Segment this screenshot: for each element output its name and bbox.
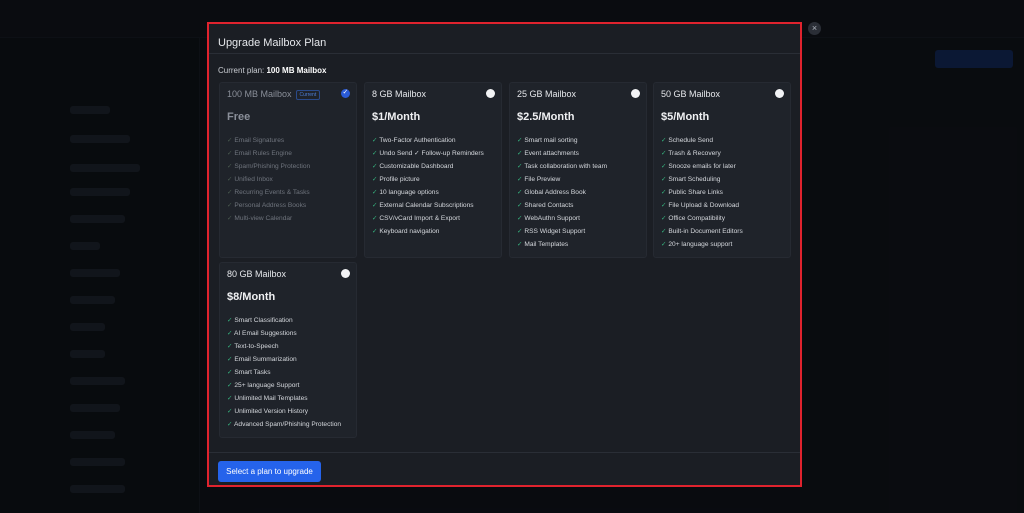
plan-name: 8 GB Mailbox bbox=[372, 89, 426, 99]
feature-item: RSS Widget Support bbox=[517, 227, 607, 240]
feature-item: Unlimited Mail Templates bbox=[227, 394, 341, 407]
feature-item: Two-Factor Authentication bbox=[372, 136, 484, 149]
upgrade-modal: Upgrade Mailbox Plan Current plan: 100 M… bbox=[207, 22, 802, 487]
current-plan-value: 100 MB Mailbox bbox=[266, 66, 327, 75]
plan-card-1[interactable]: 8 GB Mailbox $1/Month Two-Factor Authentic… bbox=[364, 82, 502, 258]
feature-item: Recurring Events & Tasks bbox=[227, 188, 310, 201]
plan-name-text: 50 GB Mailbox bbox=[661, 89, 721, 99]
plan-price: $8/Month bbox=[227, 291, 276, 303]
modal-title: Upgrade Mailbox Plan bbox=[218, 37, 327, 49]
plan-card-2[interactable]: 25 GB Mailbox $2.5/Month Smart mail sortin… bbox=[509, 82, 647, 258]
plan-name: 25 GB Mailbox bbox=[517, 89, 576, 99]
feature-item: File Preview bbox=[517, 175, 607, 188]
feature-item: Event attachments bbox=[517, 149, 607, 162]
feature-item: Advanced Spam/Phishing Protection bbox=[227, 420, 341, 433]
feature-item: Email Signatures bbox=[227, 136, 310, 149]
feature-item: Smart mail sorting bbox=[517, 136, 607, 149]
feature-item: CSV/vCard Import & Export bbox=[372, 214, 484, 227]
feature-item: Spam/Phishing Protection bbox=[227, 162, 310, 175]
feature-item: Shared Contacts bbox=[517, 201, 607, 214]
feature-item: AI Email Suggestions bbox=[227, 329, 341, 342]
feature-item: Public Share Links bbox=[661, 188, 743, 201]
feature-item: File Upload & Download bbox=[661, 201, 743, 214]
feature-item: 10 language options bbox=[372, 188, 484, 201]
current-badge: Current bbox=[295, 89, 321, 100]
plan-name: 100 MB Mailbox Current bbox=[227, 89, 321, 100]
feature-item: Unified Inbox bbox=[227, 175, 310, 188]
plan-price: $2.5/Month bbox=[517, 111, 575, 123]
feature-item: Text-to-Speech bbox=[227, 342, 341, 355]
feature-list: Smart ClassificationAI Email Suggestions… bbox=[227, 316, 341, 433]
feature-item: Unlimited Version History bbox=[227, 407, 341, 420]
current-plan: Current plan: 100 MB Mailbox bbox=[218, 66, 327, 75]
feature-item: Global Address Book bbox=[517, 188, 607, 201]
plan-name-text: 8 GB Mailbox bbox=[372, 89, 427, 99]
feature-list: Smart mail sortingEvent attachmentsTask … bbox=[517, 136, 607, 253]
feature-item: WebAuthn Support bbox=[517, 214, 607, 227]
feature-item: Profile picture bbox=[372, 175, 484, 188]
feature-item: Office Compatibility bbox=[661, 214, 743, 227]
radio-button[interactable] bbox=[775, 89, 784, 98]
feature-list: Schedule SendTrash & RecoverySnooze emai… bbox=[661, 136, 743, 253]
current-plan-label: Current plan: bbox=[218, 66, 265, 75]
feature-item: 25+ language Support bbox=[227, 381, 341, 394]
close-icon[interactable]: × bbox=[808, 22, 821, 35]
feature-item: Multi-view Calendar bbox=[227, 214, 310, 227]
feature-item: Keyboard navigation bbox=[372, 227, 484, 240]
radio-button[interactable] bbox=[486, 89, 495, 98]
feature-item: Customizable Dashboard bbox=[372, 162, 484, 175]
feature-item: Email Summarization bbox=[227, 355, 341, 368]
plan-name-text: 25 GB Mailbox bbox=[517, 89, 577, 99]
footer-divider bbox=[209, 452, 800, 453]
select-plan-button[interactable]: Select a plan to upgrade bbox=[218, 461, 321, 482]
feature-item: Smart Classification bbox=[227, 316, 341, 329]
feature-item: Trash & Recovery bbox=[661, 149, 743, 162]
feature-item: Schedule Send bbox=[661, 136, 743, 149]
radio-checked-icon[interactable] bbox=[341, 88, 350, 98]
radio-button[interactable] bbox=[631, 89, 640, 98]
plan-name: 50 GB Mailbox bbox=[661, 89, 720, 99]
plan-price: $5/Month bbox=[661, 111, 710, 123]
feature-item: Smart Tasks bbox=[227, 368, 341, 381]
plan-name-text: 100 MB Mailbox bbox=[227, 89, 292, 99]
radio-button[interactable] bbox=[341, 269, 350, 278]
feature-item: Smart Scheduling bbox=[661, 175, 743, 188]
feature-list: Email SignaturesEmail Rules EngineSpam/P… bbox=[227, 136, 310, 227]
plan-price: Free bbox=[227, 111, 251, 123]
feature-item: Snooze emails for later bbox=[661, 162, 743, 175]
feature-item: Undo Send ✓ Follow-up Reminders bbox=[372, 149, 483, 162]
feature-item: Email Rules Engine bbox=[227, 149, 310, 162]
feature-item: Mail Templates bbox=[517, 240, 607, 253]
feature-list: Two-Factor AuthenticationUndo Send ✓ Fol… bbox=[372, 136, 484, 240]
plan-price: $1/Month bbox=[372, 111, 421, 123]
plan-card-0[interactable]: 100 MB MailboxCurrent Free Email Signature… bbox=[219, 82, 357, 258]
feature-item: Built-in Document Editors bbox=[661, 227, 742, 240]
plan-name: 80 GB Mailbox bbox=[227, 269, 286, 279]
feature-item: Personal Address Books bbox=[227, 201, 310, 214]
feature-item: Task collaboration with team bbox=[517, 162, 607, 175]
modal-header: Upgrade Mailbox Plan bbox=[209, 24, 800, 54]
plan-name-text: 80 GB Mailbox bbox=[227, 269, 287, 279]
feature-item: 20+ language support bbox=[661, 240, 743, 253]
plan-card-3[interactable]: 50 GB Mailbox $5/Month Schedule SendTrash … bbox=[653, 82, 791, 258]
plan-card-4[interactable]: 80 GB Mailbox $8/Month Smart Classificatio… bbox=[219, 262, 357, 438]
feature-item: External Calendar Subscriptions bbox=[372, 201, 484, 214]
